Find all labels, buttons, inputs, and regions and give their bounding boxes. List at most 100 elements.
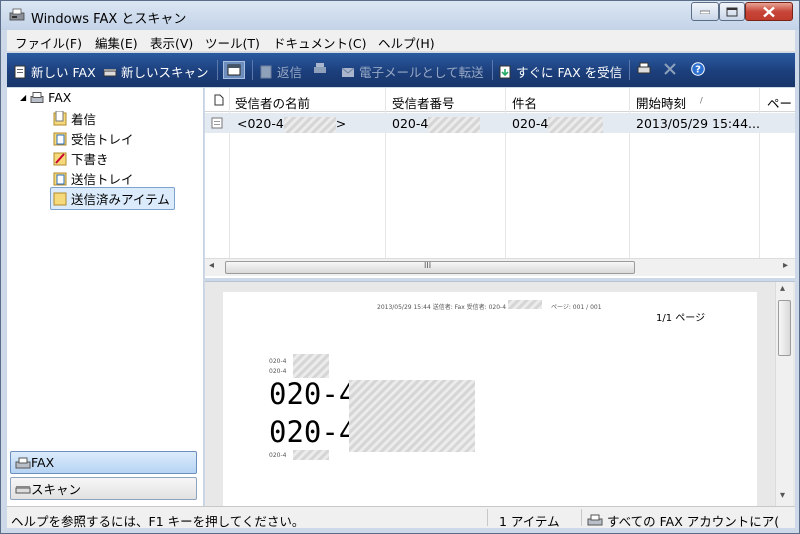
outbox-folder-icon [53,172,67,186]
scroll-right-arrow-icon[interactable]: ▸ [783,260,788,271]
fax-view-button[interactable]: FAX [10,451,197,474]
fax-machine-icon [30,92,44,103]
redacted-block [293,450,329,460]
scroll-up-arrow-icon[interactable]: ▴ [780,283,785,294]
cell-start-time: 2013/05/29 15:44... [636,116,760,131]
incoming-folder-icon [53,111,67,126]
scroll-down-arrow-icon[interactable]: ▾ [780,490,785,501]
status-divider [581,509,582,526]
recipient-name-suffix: > [335,116,347,131]
new-scan-label: 新しいスキャン [121,65,209,80]
redacted-block [293,354,329,378]
sent-folder-icon [53,192,67,206]
scan-view-button[interactable]: スキャン [10,477,197,500]
menu-document[interactable]: ドキュメント(C) [273,33,366,52]
menu-edit[interactable]: 編集(E) [95,33,138,52]
redacted-block [349,380,475,452]
tree-item-incoming[interactable]: 着信 [53,109,96,128]
fax-machine-icon [15,457,31,468]
scanner-icon [15,485,31,493]
column-header-subject[interactable]: 件名 [512,93,537,112]
tree-item-inbox[interactable]: 受信トレイ [53,129,134,148]
status-account-text: すべての FAX アカウントにア( [607,514,780,529]
fax-machine-icon [587,514,603,526]
toolbar: 新しい FAX 新しいスキャン 返信 電子メールとして転送 すぐに FAX を受… [7,53,795,87]
toolbar-separator [217,60,218,80]
fax-view-label: FAX [31,455,55,470]
toolbar-separator [629,60,630,80]
scrollbar-thumb[interactable] [778,300,791,356]
preview-pane-icon [227,64,241,76]
redacted-block [508,300,542,309]
menu-bar: ファイル(F) 編集(E) 表示(V) ツール(T) ドキュメント(C) ヘルプ… [7,30,795,52]
new-fax-icon [14,65,26,78]
menu-file[interactable]: ファイル(F) [15,33,82,52]
reply-button[interactable]: 返信 [259,62,302,81]
receive-now-button[interactable]: すぐに FAX を受信 [498,62,622,81]
maximize-button[interactable] [719,2,745,21]
toolbar-separator [252,60,253,80]
scroll-left-arrow-icon[interactable]: ◂ [209,260,214,271]
subject-text: 020-4 [512,116,549,131]
column-header-start-time[interactable]: 開始時刻 [636,93,686,112]
close-button[interactable] [745,2,793,21]
cell-recipient-name: <020-4 > [237,116,346,133]
column-header-recipient-number[interactable]: 受信者番号 [392,93,455,112]
new-fax-button[interactable]: 新しい FAX [13,62,96,81]
redacted-block [283,116,336,133]
help-button[interactable]: ? [691,62,709,76]
column-header-recipient-name[interactable]: 受信者の名前 [235,93,310,112]
expand-arrow-icon[interactable]: ◢ [20,93,26,102]
menu-tools[interactable]: ツール(T) [205,33,260,52]
status-item-count: 1 アイテム [499,514,560,529]
redacted-block [428,116,481,133]
tree-item-drafts[interactable]: 下書き [53,149,109,168]
print-preview-button[interactable] [637,62,655,76]
tree-item-label: 送信済みアイテム [71,192,170,207]
preview-small-line-3: 020-4 [269,452,287,459]
menu-view[interactable]: 表示(V) [150,33,193,52]
new-scan-button[interactable]: 新しいスキャン [103,62,209,81]
sort-indicator-icon: / [700,96,703,105]
inbox-folder-icon [53,132,67,146]
fax-page-preview: 2013/05/29 15:44 送信者: Fax 受信者: 020-4 ページ… [223,292,757,507]
tree-item-sent-items[interactable]: 送信済みアイテム [50,187,175,210]
tree-root-fax[interactable]: ◢ FAX [20,90,71,105]
delete-x-icon [664,63,676,75]
forward-email-button[interactable]: 電子メールとして転送 [341,62,484,81]
status-help-text: ヘルプを参照するには、F1 キーを押してください。 [11,514,305,529]
status-account: すべての FAX アカウントにア( [587,511,779,530]
column-header-pages[interactable]: ペー [767,93,792,112]
receive-now-label: すぐに FAX を受信 [516,65,623,80]
maximize-icon [726,7,738,16]
fax-list-pane: 受信者の名前 受信者番号 件名 開始時刻 / ペー <020-4 > 020-4 … [205,88,795,278]
print-button[interactable] [313,62,331,76]
preview-small-line-1: 020-4 [269,358,287,365]
printer-icon [637,62,651,74]
tree-item-label: 着信 [71,112,97,127]
menu-help[interactable]: ヘルプ(H) [378,33,435,52]
page-indicator: 1/1 ページ [656,313,706,324]
svg-text:?: ? [695,65,701,76]
title-bar[interactable]: Windows FAX とスキャン [1,1,799,30]
print-icon [314,63,326,73]
minimize-button[interactable] [691,2,719,21]
fax-header-page: ページ: 001 / 001 [551,304,602,311]
cell-recipient-number: 020-4 [392,116,481,133]
close-icon [763,6,775,17]
tree-item-label: 送信トレイ [71,172,134,187]
tree-root-label: FAX [48,90,72,105]
delete-button[interactable] [663,62,681,76]
status-bar: ヘルプを参照するには、F1 キーを押してください。 1 アイテム すべての FA… [7,506,795,530]
recipient-name-text: <020-4 [237,116,284,131]
app-window: Windows FAX とスキャン ファイル(F) 編集(E) 表示(V) ツー… [0,0,800,534]
vertical-scrollbar[interactable]: ▴ ▾ [775,282,793,507]
reply-icon [260,65,272,78]
tree-item-label: 下書き [71,152,109,167]
scrollbar-thumb[interactable]: III [225,261,635,274]
preview-toggle-button[interactable] [223,61,245,79]
table-row[interactable]: <020-4 > 020-4 020-4 2013/05/29 15:44... [205,113,795,133]
document-type-icon[interactable] [214,94,224,106]
horizontal-scrollbar[interactable]: ◂ III ▸ [205,258,795,276]
tree-item-outbox[interactable]: 送信トレイ [53,169,134,188]
